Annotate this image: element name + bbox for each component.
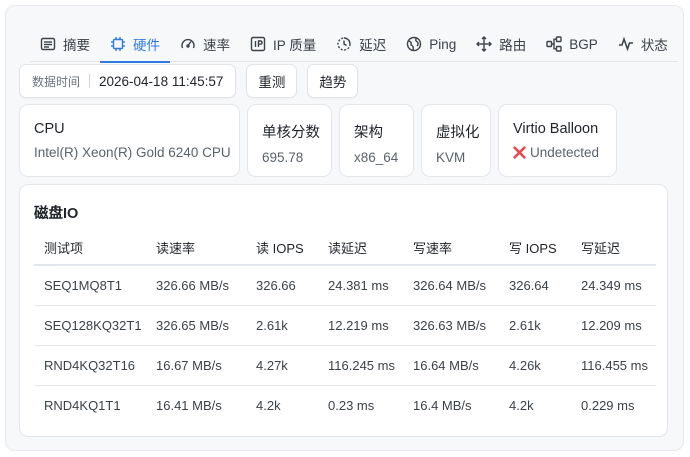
globe-icon — [407, 36, 422, 52]
divider — [89, 74, 91, 88]
table-row: RND4KQ32T16 16.67 MB/s 4.27k 116.245 ms … — [34, 345, 656, 386]
tab-latency-label: 延迟 — [359, 38, 387, 53]
cell-read-iops: 2.61k — [246, 305, 318, 346]
table-header-row: 测试项 读速率 读 IOPS 读延迟 写速率 写 IOPS 写延迟 — [34, 230, 656, 266]
arch-title: 架构 — [354, 125, 383, 141]
tab-ip-quality-label: IP 质量 — [273, 38, 317, 53]
cell-write-latency: 0.229 ms — [581, 397, 635, 413]
cell-write-speed: 326.64 MB/s — [403, 265, 499, 306]
virt-card: 虚拟化 KVM — [421, 104, 491, 177]
tab-bgp-label: BGP — [569, 36, 598, 52]
ip-icon — [250, 36, 266, 52]
cpu-title: CPU — [34, 121, 65, 137]
cell-write-iops: 4.26k — [499, 345, 571, 386]
table-row: RND4KQ1T1 16.41 MB/s 4.2k 0.23 ms 16.4 M… — [34, 385, 656, 425]
route-icon — [476, 36, 493, 52]
balloon-status: Undetected — [513, 145, 616, 160]
table-row: SEQ1MQ8T1 326.66 MB/s 326.66 24.381 ms 3… — [34, 265, 656, 306]
header-write-speed: 写速率 — [403, 230, 499, 266]
cross-icon — [513, 146, 526, 159]
header-write-latency: 写延迟 — [571, 230, 656, 266]
cell-test-item: SEQ1MQ8T1 — [34, 265, 146, 306]
trend-button[interactable]: 趋势 — [307, 64, 359, 98]
toolbar: 数据时间 2026-04-18 11:45:57 重测 趋势 — [19, 64, 359, 98]
single-core-title: 单核分数 — [262, 125, 320, 141]
cell-write-latency: 116.455 ms — [571, 345, 656, 386]
cell-write-latency: 24.349 ms — [571, 265, 656, 306]
tab-hardware-label: 硬件 — [133, 38, 160, 53]
table-row: SEQ128KQ32T1 326.65 MB/s 2.61k 12.219 ms… — [34, 305, 656, 346]
cell-write-iops: 4.2k — [509, 397, 534, 413]
single-core-card: 单核分数 695.78 — [247, 104, 332, 177]
tab-ping-label: Ping — [429, 36, 457, 52]
cell-read-latency: 12.219 ms — [318, 305, 403, 346]
cell-read-latency: 116.245 ms — [318, 345, 403, 386]
chip-icon — [111, 37, 125, 51]
data-time-label: 数据时间 — [32, 74, 81, 89]
data-time-value: 2026-04-18 11:45:57 — [99, 73, 224, 89]
balloon-title: Virtio Balloon — [513, 121, 599, 137]
cell-read-latency: 24.381 ms — [318, 265, 403, 306]
virt-value: KVM — [436, 150, 466, 165]
cell-write-speed: 16.4 MB/s — [413, 397, 472, 413]
cell-test-item: SEQ128KQ32T1 — [34, 305, 146, 346]
header-write-iops: 写 IOPS — [499, 230, 571, 266]
tab-ip-quality[interactable]: IP 质量 — [240, 26, 326, 62]
disk-io-panel: 磁盘IO 测试项 读速率 读 IOPS 读延迟 写速率 写 IOPS 写延迟 S… — [19, 184, 668, 437]
cpu-card: CPU Intel(R) Xeon(R) Gold 6240 CPU — [19, 104, 240, 177]
tab-bgp[interactable]: BGP — [536, 26, 608, 62]
cell-test-item: RND4KQ32T16 — [34, 345, 146, 386]
tab-route-label: 路由 — [499, 38, 527, 53]
header-read-iops: 读 IOPS — [246, 230, 318, 266]
tab-summary-label: 摘要 — [63, 38, 90, 53]
tab-status-label: 状态 — [640, 38, 668, 53]
speedometer-icon — [181, 38, 195, 49]
cell-write-iops: 326.64 — [499, 265, 571, 306]
retest-button[interactable]: 重测 — [246, 64, 298, 98]
cell-read-iops: 4.2k — [256, 397, 281, 413]
pulse-icon — [618, 36, 633, 52]
network-icon — [546, 36, 562, 52]
cell-read-iops: 4.27k — [246, 345, 318, 386]
header-read-latency: 读延迟 — [318, 230, 403, 266]
cell-write-iops: 2.61k — [499, 305, 571, 346]
cell-read-iops: 326.66 — [246, 265, 318, 306]
balloon-value: Undetected — [530, 145, 600, 160]
tab-summary[interactable]: 摘要 — [30, 26, 100, 62]
single-core-value: 695.78 — [262, 150, 304, 165]
summary-icon — [40, 37, 56, 51]
cell-read-speed: 326.65 MB/s — [146, 305, 246, 346]
virt-title: 虚拟化 — [436, 125, 480, 141]
header-read-speed: 读速率 — [146, 230, 246, 266]
data-time-box: 数据时间 2026-04-18 11:45:57 — [19, 64, 237, 98]
tab-route[interactable]: 路由 — [466, 26, 536, 62]
arch-value: x86_64 — [354, 150, 399, 165]
cell-test-item: RND4KQ1T1 — [44, 397, 121, 413]
cell-read-speed: 326.66 MB/s — [146, 265, 246, 306]
cell-read-latency: 0.23 ms — [328, 397, 375, 413]
disk-io-table: 测试项 读速率 读 IOPS 读延迟 写速率 写 IOPS 写延迟 SEQ1MQ… — [34, 230, 656, 425]
cell-read-speed: 16.67 MB/s — [146, 345, 246, 386]
tab-latency[interactable]: 延迟 — [326, 26, 396, 62]
balloon-card: Virtio Balloon Undetected — [498, 104, 617, 177]
tab-bar: 摘要 硬件 速率 IP 质量 延迟 Ping 路由 BGP 状态 — [30, 26, 678, 63]
tab-speed-label: 速率 — [203, 38, 230, 53]
latency-icon — [337, 37, 351, 51]
disk-io-title: 磁盘IO — [34, 206, 79, 222]
arch-card: 架构 x86_64 — [339, 104, 414, 177]
cell-write-speed: 16.64 MB/s — [403, 345, 499, 386]
cell-write-latency: 12.209 ms — [571, 305, 656, 346]
tab-hardware[interactable]: 硬件 — [100, 26, 170, 63]
tab-speed[interactable]: 速率 — [170, 26, 240, 62]
cpu-value: Intel(R) Xeon(R) Gold 6240 CPU — [34, 145, 231, 160]
tab-ping[interactable]: Ping — [396, 26, 466, 62]
header-test-item: 测试项 — [34, 230, 146, 266]
cell-read-speed: 16.41 MB/s — [156, 397, 222, 413]
cell-write-speed: 326.63 MB/s — [403, 305, 499, 346]
tab-status[interactable]: 状态 — [608, 26, 678, 62]
